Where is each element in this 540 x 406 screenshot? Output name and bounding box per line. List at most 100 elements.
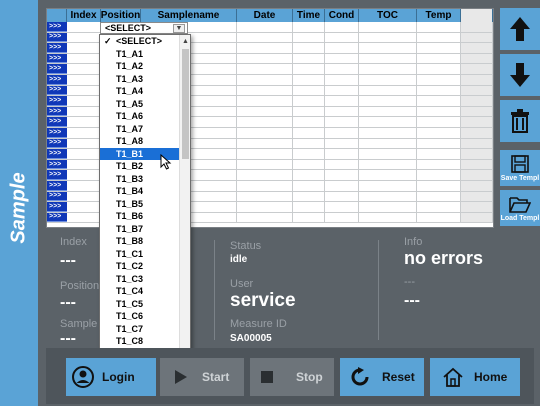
table-cell[interactable]	[417, 138, 461, 149]
row-marker[interactable]: >>>	[47, 159, 67, 170]
table-cell[interactable]	[325, 212, 359, 223]
table-cell[interactable]	[293, 180, 325, 191]
table-cell[interactable]	[293, 74, 325, 85]
login-button[interactable]: Login	[66, 358, 156, 396]
table-cell[interactable]	[417, 85, 461, 96]
table-cell[interactable]	[417, 170, 461, 180]
table-cell[interactable]	[67, 106, 101, 117]
table-cell[interactable]	[293, 202, 325, 212]
table-cell[interactable]	[293, 43, 325, 53]
table-cell[interactable]	[237, 85, 293, 96]
table-cell[interactable]	[237, 180, 293, 191]
table-cell[interactable]	[293, 32, 325, 43]
table-cell[interactable]	[67, 170, 101, 180]
table-cell[interactable]	[67, 159, 101, 170]
table-cell[interactable]	[325, 117, 359, 127]
table-cell[interactable]	[359, 191, 417, 202]
dropdown-option[interactable]: T1_A3	[100, 73, 190, 86]
table-cell[interactable]	[237, 191, 293, 202]
table-cell[interactable]	[293, 64, 325, 74]
row-marker[interactable]: >>>	[47, 64, 67, 74]
table-cell[interactable]	[417, 212, 461, 223]
row-marker[interactable]: >>>	[47, 22, 67, 32]
column-header-position[interactable]: Position	[101, 9, 141, 22]
table-cell[interactable]	[417, 22, 461, 32]
dropdown-option[interactable]: T1_C3	[100, 273, 190, 286]
row-marker[interactable]: >>>	[47, 149, 67, 159]
table-cell[interactable]	[325, 127, 359, 138]
table-cell[interactable]	[325, 191, 359, 202]
row-marker[interactable]: >>>	[47, 127, 67, 138]
table-cell[interactable]	[325, 53, 359, 64]
table-cell[interactable]	[359, 74, 417, 85]
table-cell[interactable]	[417, 159, 461, 170]
table-cell[interactable]	[359, 85, 417, 96]
start-button[interactable]: Start	[160, 358, 244, 396]
table-cell[interactable]	[417, 64, 461, 74]
table-cell[interactable]	[417, 32, 461, 43]
dropdown-scrollbar[interactable]: ▲ ▼	[179, 35, 190, 379]
table-cell[interactable]	[293, 96, 325, 106]
table-cell[interactable]	[359, 127, 417, 138]
table-cell[interactable]	[359, 149, 417, 159]
dropdown-option[interactable]: T1_B5	[100, 198, 190, 211]
table-cell[interactable]	[293, 85, 325, 96]
table-cell[interactable]	[325, 64, 359, 74]
table-cell[interactable]	[325, 170, 359, 180]
move-down-button[interactable]	[500, 54, 540, 96]
row-marker[interactable]: >>>	[47, 117, 67, 127]
table-cell[interactable]	[359, 64, 417, 74]
table-cell[interactable]	[359, 106, 417, 117]
dropdown-option[interactable]: T1_C2	[100, 260, 190, 273]
reset-button[interactable]: Reset	[340, 358, 424, 396]
table-cell[interactable]	[417, 96, 461, 106]
table-cell[interactable]	[237, 106, 293, 117]
table-cell[interactable]	[359, 117, 417, 127]
dropdown-option[interactable]: T1_C5	[100, 298, 190, 311]
table-cell[interactable]	[237, 53, 293, 64]
table-cell[interactable]	[293, 191, 325, 202]
table-cell[interactable]	[67, 64, 101, 74]
table-cell[interactable]	[67, 22, 101, 32]
dropdown-option[interactable]: T1_B3	[100, 173, 190, 186]
table-cell[interactable]	[237, 74, 293, 85]
table-cell[interactable]	[237, 64, 293, 74]
delete-button[interactable]	[500, 100, 540, 142]
table-cell[interactable]	[325, 138, 359, 149]
column-header-date[interactable]: Date	[237, 9, 293, 22]
dropdown-option[interactable]: T1_B8	[100, 235, 190, 248]
table-cell[interactable]	[325, 106, 359, 117]
table-cell[interactable]	[237, 149, 293, 159]
table-cell[interactable]	[325, 85, 359, 96]
table-cell[interactable]	[417, 53, 461, 64]
table-cell[interactable]	[325, 96, 359, 106]
column-header-cond[interactable]: Cond	[325, 9, 359, 22]
scroll-up-icon[interactable]: ▲	[180, 36, 190, 47]
table-cell[interactable]	[417, 74, 461, 85]
table-cell[interactable]	[417, 117, 461, 127]
table-cell[interactable]	[359, 212, 417, 223]
table-cell[interactable]	[417, 149, 461, 159]
table-cell[interactable]	[417, 43, 461, 53]
table-cell[interactable]	[325, 22, 359, 32]
dropdown-option[interactable]: T1_B7	[100, 223, 190, 236]
row-marker[interactable]: >>>	[47, 43, 67, 53]
dropdown-option[interactable]: <SELECT>	[100, 35, 190, 48]
dropdown-option[interactable]: T1_A1	[100, 48, 190, 61]
table-cell[interactable]	[417, 180, 461, 191]
table-cell[interactable]	[293, 212, 325, 223]
table-cell[interactable]	[67, 180, 101, 191]
table-cell[interactable]	[293, 106, 325, 117]
table-cell[interactable]	[325, 74, 359, 85]
column-header-temp[interactable]: Temp	[417, 9, 461, 22]
table-cell[interactable]	[359, 180, 417, 191]
dropdown-option[interactable]: T1_A7	[100, 123, 190, 136]
dropdown-option[interactable]: T1_B2	[100, 160, 190, 173]
table-cell[interactable]	[67, 43, 101, 53]
table-cell[interactable]	[67, 96, 101, 106]
move-up-button[interactable]	[500, 8, 540, 50]
dropdown-option[interactable]: T1_B1	[100, 147, 190, 160]
table-cell[interactable]	[359, 43, 417, 53]
row-marker[interactable]: >>>	[47, 170, 67, 180]
table-cell[interactable]	[67, 32, 101, 43]
